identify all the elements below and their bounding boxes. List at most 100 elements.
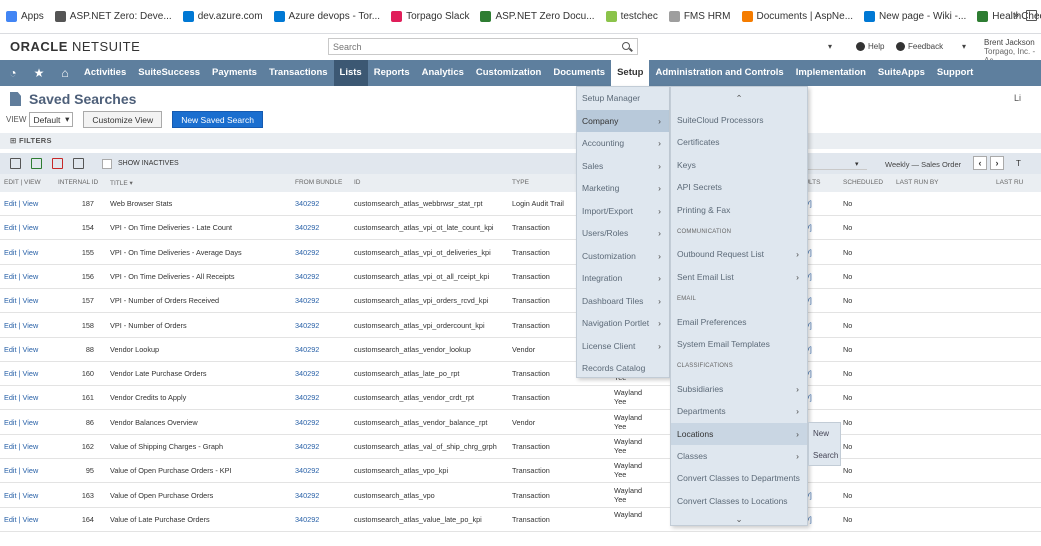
edit-icon[interactable] [10,158,21,169]
setup-menu-item-import-export[interactable]: Import/Export › [577,200,669,223]
setup-menu-item-customization[interactable]: Customization › [577,245,669,268]
bookmark-item[interactable]: Apps [6,11,44,22]
company-menu-item-locations[interactable]: Locations › [671,422,807,446]
nav-item-documents[interactable]: Documents [547,60,611,86]
col-type[interactable]: TYPE [512,179,529,186]
favorites-star-icon[interactable]: ★ [26,66,52,80]
edit-view-link[interactable]: Edit | View [4,515,38,524]
setup-menu-item-dashboard-tiles[interactable]: Dashboard Tiles › [577,290,669,313]
nav-item-administration-and-controls[interactable]: Administration and Controls [649,60,789,86]
setup-menu-item-records-catalog[interactable]: Records Catalog [577,357,669,380]
company-menu-item-system-email-templates[interactable]: System Email Templates [671,333,807,356]
scroll-up-icon[interactable]: ⌃ [671,87,807,109]
setup-menu-item-navigation-portlet[interactable]: Navigation Portlet › [577,312,669,335]
col-from-bundle[interactable]: FROM BUNDLE [295,179,342,186]
col-id[interactable]: ID [354,179,361,186]
company-menu-item-certificates[interactable]: Certificates [671,131,807,154]
bookmark-item[interactable]: testchec [605,11,658,22]
bundle-link[interactable]: 340292 [295,442,319,451]
show-inactives-checkbox[interactable] [102,158,112,169]
company-menu-item-email-preferences[interactable]: Email Preferences [671,311,807,334]
bundle-link[interactable]: 340292 [295,466,319,475]
feedback-link[interactable]: Feedback [896,42,943,51]
nav-item-suitesuccess[interactable]: SuiteSuccess [132,60,206,86]
nav-item-activities[interactable]: Activities [78,60,132,86]
bookmark-item[interactable]: ASP.NET Zero: Deve... [54,11,172,22]
export-pdf-icon[interactable] [52,158,63,169]
search-icon[interactable] [622,42,630,50]
bundle-link[interactable]: 340292 [295,418,319,427]
bookmark-item[interactable]: Azure devops - Tor... [273,11,380,22]
company-menu-item-outbound-request-list[interactable]: Outbound Request List › [671,243,807,266]
company-menu-item-classes[interactable]: Classes › [671,445,807,468]
view-select[interactable]: Default ▾ [29,112,74,127]
locations-menu-item-new[interactable]: New [809,423,840,445]
col-last-run-by[interactable]: LAST RUN BY [896,179,939,186]
company-menu-item-convert-classes-to-departments[interactable]: Convert Classes to Departments [671,467,807,490]
bookmark-item[interactable]: dev.azure.com [182,11,263,22]
bundle-link[interactable]: 340292 [295,345,319,354]
list-link[interactable]: Li [1014,93,1021,103]
recent-icon[interactable]: ◔ [0,66,26,80]
home-icon[interactable]: ⌂ [52,66,78,80]
bundle-link[interactable]: 340292 [295,491,319,500]
bundle-link[interactable]: 340292 [295,248,319,257]
nav-item-transactions[interactable]: Transactions [263,60,334,86]
nav-item-analytics[interactable]: Analytics [416,60,470,86]
bookmark-item[interactable]: FMS HRM [668,11,731,22]
nav-item-support[interactable]: Support [931,60,979,86]
print-icon[interactable] [73,158,84,169]
edit-view-link[interactable]: Edit | View [4,369,38,378]
setup-menu-item-integration[interactable]: Integration › [577,267,669,290]
bundle-link[interactable]: 340292 [295,223,319,232]
setup-menu-item-marketing[interactable]: Marketing › [577,177,669,200]
bundle-link[interactable]: 340292 [295,369,319,378]
netsuite-logo[interactable]: ORACLE NETSUITE [10,39,140,54]
company-menu-item-keys[interactable]: Keys [671,154,807,177]
nav-item-customization[interactable]: Customization [470,60,547,86]
nav-item-reports[interactable]: Reports [368,60,416,86]
chevron-down-icon[interactable]: ▾ [855,160,859,168]
edit-view-link[interactable]: Edit | View [4,272,38,281]
edit-view-link[interactable]: Edit | View [4,466,38,475]
setup-menu-item-sales[interactable]: Sales › [577,155,669,178]
nav-item-suiteapps[interactable]: SuiteApps [872,60,931,86]
bundle-link[interactable]: 340292 [295,321,319,330]
edit-view-link[interactable]: Edit | View [4,321,38,330]
col-title[interactable]: TITLE ▾ [110,179,133,187]
edit-view-link[interactable]: Edit | View [4,199,38,208]
bundle-link[interactable]: 340292 [295,272,319,281]
bookmark-item[interactable]: Torpago Slack [391,11,469,22]
setup-menu-item-license-client[interactable]: License Client › [577,335,669,358]
col-scheduled[interactable]: SCHEDULED [843,179,883,186]
sort-order-select[interactable]: Weekly — Sales Order [885,160,961,169]
edit-view-link[interactable]: Edit | View [4,418,38,427]
export-csv-icon[interactable] [31,158,42,169]
edit-view-link[interactable]: Edit | View [4,248,38,257]
user-avatar-icon[interactable]: ▾ [962,42,966,51]
nav-item-setup[interactable]: Setup [611,60,650,86]
company-menu-item-sent-email-list[interactable]: Sent Email List › [671,266,807,289]
bundle-link[interactable]: 340292 [295,296,319,305]
setup-menu-item-users-roles[interactable]: Users/Roles › [577,222,669,245]
edit-view-link[interactable]: Edit | View [4,393,38,402]
recent-records-icon[interactable]: ▾ [828,42,832,51]
customize-view-button[interactable]: Customize View [83,111,163,128]
help-link[interactable]: Help [856,42,884,51]
bundle-link[interactable]: 340292 [295,393,319,402]
filters-toggle[interactable]: ⊞ FILTERS [0,133,1041,149]
new-saved-search-button[interactable]: New Saved Search [172,111,263,128]
scroll-down-icon[interactable]: ⌄ [671,513,807,527]
other-bookmarks-icon[interactable] [1026,10,1037,21]
bookmarks-more-button[interactable]: » [1013,10,1019,21]
edit-view-link[interactable]: Edit | View [4,491,38,500]
col-internal-id[interactable]: INTERNAL ID [58,179,98,186]
edit-view-link[interactable]: Edit | View [4,345,38,354]
company-menu-item-subsidiaries[interactable]: Subsidiaries › [671,378,807,401]
bookmark-item[interactable]: Documents | AspNe... [741,11,853,22]
bookmark-item[interactable]: ASP.NET Zero Docu... [480,11,595,22]
edit-view-link[interactable]: Edit | View [4,223,38,232]
company-menu-item-departments[interactable]: Departments › [671,400,807,423]
bundle-link[interactable]: 340292 [295,199,319,208]
edit-view-link[interactable]: Edit | View [4,296,38,305]
